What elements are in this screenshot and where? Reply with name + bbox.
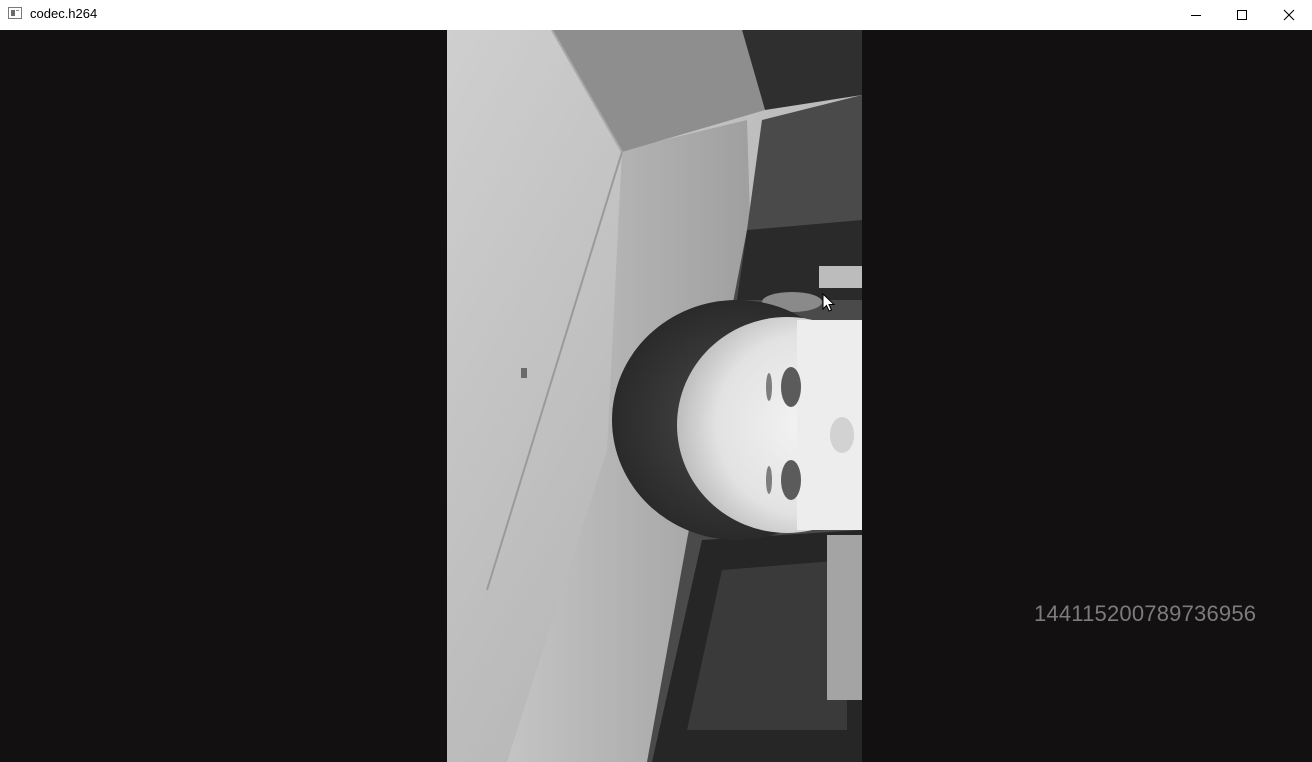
close-button[interactable]: [1266, 0, 1312, 30]
mouse-cursor-icon: [822, 293, 836, 312]
maximize-icon: [1237, 10, 1247, 20]
minimize-button[interactable]: [1173, 0, 1219, 30]
title-bar[interactable]: codec.h264: [0, 0, 1312, 30]
window-title: codec.h264: [30, 6, 98, 21]
app-window: codec.h264 144115200789736956: [0, 0, 1312, 762]
video-frame-image: [447, 30, 862, 762]
window-app-icon[interactable]: [8, 7, 22, 19]
overlay-id-text: 144115200789736956: [1034, 601, 1257, 626]
close-icon: [1283, 9, 1295, 21]
maximize-button[interactable]: [1219, 0, 1265, 30]
video-frame: [447, 30, 862, 762]
video-canvas[interactable]: 144115200789736956: [0, 30, 1312, 762]
minimize-icon: [1191, 15, 1201, 16]
